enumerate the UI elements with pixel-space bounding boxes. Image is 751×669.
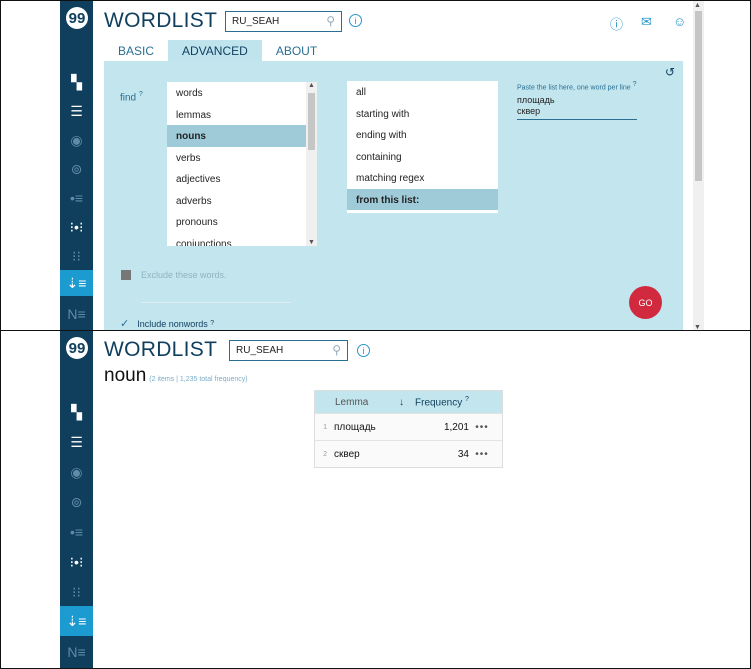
result-header: noun (2 items | 1,235 total frequency) [104,365,248,387]
more-options-icon[interactable]: ••• [469,422,495,433]
sketch-engine-logo[interactable]: 99 [66,337,88,359]
page-title: WORDLIST [104,9,218,32]
attribute-option[interactable]: pronouns [167,211,317,233]
lemma-cell[interactable]: сквер [327,449,397,460]
concordance-icon[interactable]: ◉ [60,459,93,485]
dashboard-icon[interactable]: ▚ [60,399,93,425]
parallel-icon[interactable]: ⊚ [60,489,93,515]
check-icon[interactable]: ✓ [120,317,129,330]
reset-icon[interactable]: ↺ [665,65,675,79]
ngrams-icon[interactable]: N≡ [60,639,93,665]
divider [141,302,291,303]
left-nav-rail: 99 ▚ ☰ ◉ ⊚ •≡ ⁝•⁝ ⁝⁝ ⇣≡ N≡ [60,331,93,668]
exclude-option[interactable]: Exclude these words. [121,270,227,280]
table-row[interactable]: 1 площадь 1,201 ••• [315,413,502,440]
filter-option[interactable]: ending with [347,124,498,146]
attribute-option[interactable]: conjunctions [167,233,317,247]
wordlist-form-window: 99 ▚ ☰ ◉ ⊚ •≡ ⁝•⁝ ⁝⁝ ⇣≡ N≡ WORDLIST RU_S… [0,0,751,331]
advanced-panel: find ? words lemmas nouns verbs adjectiv… [104,61,683,331]
filter-listbox[interactable]: all starting with ending with containing… [347,81,498,213]
nonwords-option[interactable]: ✓ Include nonwords ? [120,317,214,330]
scroll-down-icon[interactable]: ▼ [308,239,315,246]
help-icon[interactable]: ⓘ [610,14,623,33]
concordance-icon[interactable]: ◉ [60,127,93,153]
filter-option[interactable]: containing [347,146,498,168]
scroll-up-icon[interactable]: ▲ [694,2,701,9]
attribute-option[interactable]: adverbs [167,190,317,212]
exclude-label: Exclude these words. [141,270,227,280]
result-meta: (2 items | 1,235 total frequency) [149,376,248,383]
feedback-icon[interactable]: ✉ [641,14,652,30]
frequency-column-header[interactable]: Frequency ? [415,396,469,408]
corpus-value: RU_SEAH [232,16,280,27]
paste-line: площадь [517,95,555,105]
corpus-value: RU_SEAH [236,345,284,356]
table-row[interactable]: 2 сквер 34 ••• [315,440,502,467]
frequency-cell[interactable]: 1,201 [397,422,469,433]
wordlist-icon[interactable]: ⇣≡ [60,270,93,296]
parallel-icon[interactable]: ⊚ [60,156,93,182]
tab-bar: BASIC ADVANCED ABOUT [104,40,331,61]
filter-option[interactable]: matching regex [347,167,498,189]
attribute-scrollbar[interactable]: ▲ ▼ [306,82,317,246]
tab-advanced[interactable]: ADVANCED [168,40,262,61]
row-number: 2 [323,450,327,458]
list-icon[interactable]: ☰ [60,429,93,455]
user-icon[interactable]: ☺ [673,14,686,29]
wordlist-icon[interactable]: ⇣≡ [60,606,93,636]
page-scrollbar[interactable]: ▲ ▼ [693,1,704,331]
thesaurus-icon[interactable]: •≡ [60,185,93,211]
wordlist-result-window: 99 ▚ ☰ ◉ ⊚ •≡ ⁝•⁝ ⁝⁝ ⇣≡ N≡ WORDLIST RU_S… [0,330,751,669]
exclude-checkbox[interactable] [121,270,131,280]
go-button[interactable]: GO [629,286,662,319]
corpus-selector[interactable]: RU_SEAH ⚲ [225,11,342,32]
sketch-engine-logo[interactable]: 99 [66,7,88,29]
result-title: noun [104,365,147,386]
paste-textarea[interactable]: площадь сквер [517,95,637,120]
word-sketch-icon[interactable]: ⁝•⁝ [60,214,93,240]
scrollbar-thumb[interactable] [308,93,315,150]
attribute-option[interactable]: words [167,82,317,104]
word-sketch-diff-icon[interactable]: ⁝⁝ [60,243,93,269]
tab-basic[interactable]: BASIC [104,40,168,61]
left-nav-rail: 99 ▚ ☰ ◉ ⊚ •≡ ⁝•⁝ ⁝⁝ ⇣≡ N≡ [60,1,93,331]
attribute-option-selected[interactable]: nouns [167,125,317,147]
word-sketch-icon[interactable]: ⁝•⁝ [60,549,93,575]
thesaurus-icon[interactable]: •≡ [60,519,93,545]
search-icon[interactable]: ⚲ [332,343,341,357]
corpus-selector[interactable]: RU_SEAH ⚲ [229,340,348,361]
scrollbar-thumb[interactable] [695,11,702,181]
filter-option[interactable]: starting with [347,103,498,125]
search-icon[interactable]: ⚲ [326,14,335,28]
word-sketch-diff-icon[interactable]: ⁝⁝ [60,579,93,605]
filter-option[interactable]: all [347,81,498,103]
result-table: Lemma ↓ Frequency ? 1 площадь 1,201 ••• … [314,390,503,468]
attribute-listbox[interactable]: words lemmas nouns verbs adjectives adve… [167,82,317,246]
paste-line: сквер [517,106,541,116]
dashboard-icon[interactable]: ▚ [60,69,93,95]
scroll-up-icon[interactable]: ▲ [308,82,315,89]
row-number: 1 [323,423,327,431]
more-options-icon[interactable]: ••• [469,449,495,460]
corpus-info-icon[interactable]: i [357,344,370,357]
sort-arrow-icon[interactable]: ↓ [399,397,415,408]
list-icon[interactable]: ☰ [60,98,93,124]
attribute-option[interactable]: adjectives [167,168,317,190]
table-header: Lemma ↓ Frequency ? [315,391,502,413]
help-mark: ? [138,91,143,98]
nonwords-label: Include nonwords [137,318,208,329]
corpus-info-icon[interactable]: i [349,14,362,27]
attribute-option[interactable]: lemmas [167,104,317,126]
lemma-column-header[interactable]: Lemma [315,397,399,408]
filter-option-selected[interactable]: from this list: [347,188,498,210]
paste-label: Paste the list here, one word per line ? [517,81,637,92]
lemma-cell[interactable]: площадь [327,422,397,433]
find-label: find ? [120,91,143,104]
tab-about[interactable]: ABOUT [262,40,331,61]
attribute-option[interactable]: verbs [167,147,317,169]
page-title: WORDLIST [104,338,218,361]
ngrams-icon[interactable]: N≡ [60,301,93,327]
frequency-cell[interactable]: 34 [397,449,469,460]
